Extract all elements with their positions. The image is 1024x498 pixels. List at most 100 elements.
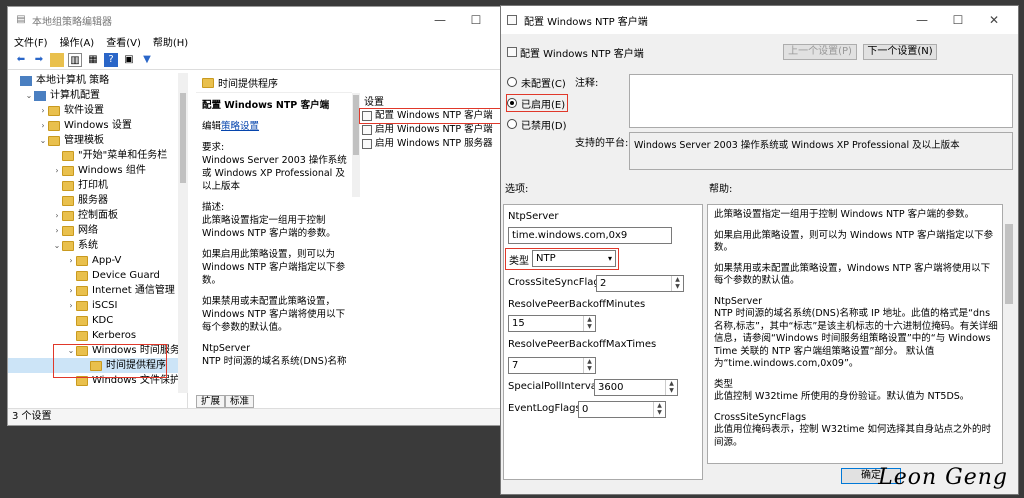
help-icon[interactable]: ? — [104, 52, 118, 67]
help-paragraph: 如果禁用或未配置此策略设置，Windows NTP 客户端将使用以下每个参数的默… — [714, 262, 991, 287]
tree-item[interactable]: 打印机 — [8, 178, 187, 193]
chevron-right-icon[interactable]: › — [52, 163, 62, 178]
minimize-icon[interactable]: — — [422, 13, 458, 27]
list-header-setting[interactable]: 设置 — [360, 93, 502, 109]
radio-enabled[interactable]: 已启用(E) — [506, 94, 568, 112]
tree-item[interactable]: ⌄ 管理模板 — [8, 133, 187, 148]
tree-item[interactable]: › App-V — [8, 253, 187, 268]
gpe-titlebar[interactable]: ▤ 本地组策略编辑器 — ☐ — [8, 7, 500, 33]
cross-site-stepper[interactable]: 2 ▲ ▼ — [596, 275, 684, 292]
desc-edit-prefix: 编辑 — [202, 121, 222, 132]
peer-minutes-stepper[interactable]: 15 ▲ ▼ — [508, 315, 596, 332]
list-item-configure-ntp-client[interactable]: 配置 Windows NTP 客户端 — [359, 108, 503, 124]
properties-icon[interactable]: ▣ — [122, 53, 136, 67]
chevron-right-icon[interactable]: › — [66, 283, 76, 298]
tree-item-label: 控制面板 — [78, 210, 118, 221]
menu-file[interactable]: 文件(F) — [14, 34, 48, 49]
chevron-right-icon[interactable]: › — [66, 253, 76, 268]
tree-item[interactable]: › 网络 — [8, 223, 187, 238]
filter-icon[interactable]: ▼ — [140, 53, 154, 67]
peer-max-stepper[interactable]: 7 ▲ ▼ — [508, 357, 596, 374]
spin-arrows-icon[interactable]: ▲ ▼ — [671, 276, 683, 291]
tree-item-label: "开始"菜单和任务栏 — [78, 150, 168, 161]
tree-item[interactable]: › Windows 设置 — [8, 118, 187, 133]
comment-textarea[interactable] — [629, 74, 1013, 128]
spin-arrows-icon[interactable]: ▲ ▼ — [583, 316, 595, 331]
menu-view[interactable]: 查看(V) — [106, 34, 141, 49]
help-scrollbar[interactable] — [1003, 204, 1015, 464]
chevron-down-icon[interactable]: ⌄ — [38, 133, 48, 148]
policy-icon — [362, 125, 372, 135]
tree-item[interactable]: › 软件设置 — [8, 103, 187, 118]
poll-interval-stepper[interactable]: 3600 ▲ ▼ — [594, 379, 678, 396]
tree-item[interactable]: 本地计算机 策略 — [8, 73, 187, 88]
radio-not-configured[interactable]: 未配置(C) — [507, 74, 567, 90]
gpe-app-icon: ▤ — [16, 14, 26, 25]
tree-item[interactable]: › iSCSI — [8, 298, 187, 313]
forward-arrow-icon[interactable]: ➡ — [32, 53, 46, 67]
tree-item[interactable]: Kerberos — [8, 328, 187, 343]
chevron-right-icon[interactable]: › — [52, 208, 62, 223]
edit-policy-link[interactable]: 策略设置 — [221, 121, 259, 132]
dialog-titlebar[interactable]: 配置 Windows NTP 客户端 — ☐ ✕ — [501, 6, 1018, 34]
options-panel: NtpServer time.windows.com,0x9 类型 NTP ▾ … — [503, 204, 703, 480]
tree-item[interactable]: › 控制面板 — [8, 208, 187, 223]
menu-action[interactable]: 操作(A) — [60, 34, 95, 49]
signature-watermark: Leon Geng — [878, 465, 1008, 490]
maximize-icon[interactable]: ☐ — [458, 13, 494, 27]
desc-scrollbar[interactable] — [352, 93, 360, 197]
cross-site-label: CrossSiteSyncFlags — [508, 277, 605, 288]
tree-item[interactable]: ⌄ 计算机配置 — [8, 88, 187, 103]
spin-arrows-icon[interactable]: ▲ ▼ — [583, 358, 595, 373]
close-icon[interactable]: ✕ — [976, 13, 1012, 27]
list-item-enable-ntp-client[interactable]: 启用 Windows NTP 客户端 — [360, 123, 502, 137]
chevron-right-icon[interactable]: › — [38, 103, 48, 118]
tab-standard[interactable]: 标准 — [225, 395, 255, 408]
prev-setting-button[interactable]: 上一个设置(P) — [783, 44, 857, 60]
tree-item[interactable]: › Internet 通信管理 — [8, 283, 187, 298]
event-log-stepper[interactable]: 0 ▲ ▼ — [578, 401, 666, 418]
tree-item[interactable]: 服务器 — [8, 193, 187, 208]
menu-help[interactable]: 帮助(H) — [153, 34, 188, 49]
back-arrow-icon[interactable]: ⬅ — [14, 53, 28, 67]
chevron-right-icon[interactable]: › — [66, 298, 76, 313]
help-label: 帮助: — [709, 184, 733, 195]
settings-list: 设置 配置 Windows NTP 客户端 启用 Windows NTP 客户端… — [359, 93, 503, 409]
folder-icon — [202, 77, 214, 88]
tree-item-label: 管理模板 — [64, 135, 104, 146]
policy-icon — [362, 139, 372, 149]
tree-item[interactable]: "开始"菜单和任务栏 — [8, 148, 187, 163]
chevron-right-icon[interactable]: › — [52, 223, 62, 238]
peer-max-value: 7 — [512, 360, 519, 371]
spin-arrows-icon[interactable]: ▲ ▼ — [653, 402, 665, 417]
tree-item-label: 打印机 — [78, 180, 108, 191]
tree-scrollbar[interactable] — [178, 73, 188, 393]
list-item-label: 启用 Windows NTP 客户端 — [375, 124, 493, 135]
tree-item[interactable]: Device Guard — [8, 268, 187, 283]
show-hide-tree-icon[interactable]: ▥ — [68, 52, 82, 67]
next-setting-button[interactable]: 下一个设置(N) — [863, 44, 937, 60]
ntpserver-input[interactable]: time.windows.com,0x9 — [508, 227, 672, 244]
type-select[interactable]: NTP ▾ — [532, 250, 616, 267]
tree-item[interactable]: KDC — [8, 313, 187, 328]
chevron-right-icon[interactable]: › — [38, 118, 48, 133]
chevron-down-icon[interactable]: ⌄ — [24, 88, 34, 103]
tree-item[interactable]: › Windows 组件 — [8, 163, 187, 178]
list-item-enable-ntp-server[interactable]: 启用 Windows NTP 服务器 — [360, 137, 502, 151]
view-tabs: 扩展 标准 — [196, 395, 255, 408]
tab-extended[interactable]: 扩展 — [196, 395, 226, 408]
minimize-icon[interactable]: — — [904, 13, 940, 27]
radio-disabled[interactable]: 已禁用(D) — [507, 116, 567, 132]
cross-site-value: 2 — [600, 278, 607, 289]
tree-item-label: 服务器 — [78, 195, 108, 206]
maximize-icon[interactable]: ☐ — [940, 13, 976, 27]
tree-item-label: 计算机配置 — [50, 90, 100, 101]
spin-arrows-icon[interactable]: ▲ ▼ — [665, 380, 677, 395]
export-list-icon[interactable]: ▦ — [86, 53, 100, 67]
comment-label: 注释: — [575, 78, 599, 89]
state-radio-group: 未配置(C) 已启用(E) 已禁用(D) — [506, 74, 568, 132]
ntpserver-label: NtpServer — [508, 211, 559, 222]
chevron-down-icon[interactable]: ⌄ — [52, 238, 62, 253]
tree-item[interactable]: ⌄ 系统 — [8, 238, 187, 253]
up-folder-icon[interactable] — [50, 52, 64, 67]
